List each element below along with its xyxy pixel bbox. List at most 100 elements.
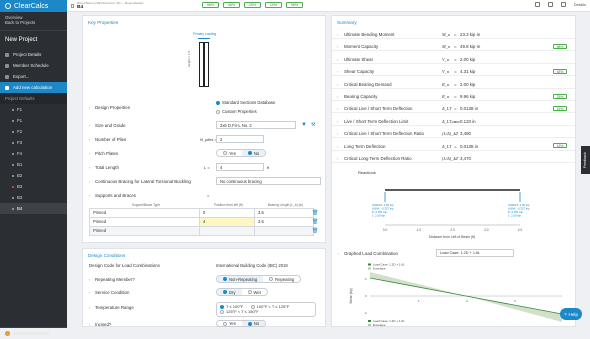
chevron-right-icon[interactable]: › [89, 322, 90, 327]
design-option-standard[interactable]: Standard Sections Database [216, 100, 275, 105]
support-type-select[interactable]: Pinned [89, 216, 200, 227]
pitch-toggle[interactable]: Yes No [216, 149, 267, 157]
toggle-yes[interactable]: Yes [217, 150, 242, 156]
sidebar-item-member-schedule[interactable]: Member Schedule [0, 60, 67, 71]
summary-label: Bearing Capacity [344, 94, 378, 99]
chevron-right-icon[interactable]: › [89, 193, 90, 198]
chevron-right-icon[interactable]: › [337, 69, 338, 74]
utilization-badge: 15% [553, 143, 567, 149]
option-label: Custom Properties [222, 109, 257, 114]
feedback-tab[interactable]: Feedback [581, 146, 590, 174]
utilization-badge[interactable]: 15% [265, 2, 282, 8]
member-item[interactable]: B3 [0, 181, 67, 192]
incised-toggle[interactable]: Yes No [216, 320, 267, 327]
list-icon [5, 63, 9, 68]
chevron-right-icon[interactable]: › [89, 123, 90, 128]
help-button[interactable]: ? Help [560, 308, 582, 320]
chevron-right-icon[interactable]: › [89, 137, 90, 142]
toggle-repeating[interactable]: Repeating [263, 276, 300, 282]
size-grade-select[interactable]: 2x6 D.Fir-L No. 2 [216, 121, 296, 129]
summary-row: › Critical Live / Short Term Deflection R… [332, 129, 575, 139]
member-item[interactable]: B3 [0, 192, 67, 203]
sidebar-item-label: Member Schedule [13, 63, 49, 68]
delete-icon[interactable]: 🗑 [312, 210, 318, 216]
delete-icon[interactable]: 🗑 [312, 219, 318, 225]
chevron-right-icon[interactable]: › [337, 44, 338, 49]
length-input[interactable]: 4 [216, 163, 264, 171]
plies-input[interactable]: 2 [216, 135, 264, 143]
chevron-right-icon[interactable]: › [89, 165, 90, 170]
support-type-select[interactable]: Pinned [89, 225, 200, 236]
utilization-badge[interactable]: 98% [202, 2, 219, 8]
chevron-right-icon[interactable]: › [337, 82, 338, 87]
member-item[interactable]: B2 [0, 170, 67, 181]
design-option-custom[interactable]: Custom Properties [216, 109, 257, 114]
chevron-right-icon[interactable]: › [337, 57, 338, 62]
chevron-right-icon[interactable]: › [337, 131, 338, 136]
toggle-wet[interactable]: Wet [242, 289, 267, 295]
user-menu[interactable]: Efficient Engineer [0, 327, 67, 339]
share-icon[interactable] [547, 2, 553, 7]
toggle-dry[interactable]: Dry [217, 289, 242, 295]
bearing-input[interactable]: 3.5 [254, 216, 314, 227]
chevron-right-icon[interactable]: › [338, 251, 339, 256]
summary-symbol: Δ_LT [442, 143, 452, 149]
project-defaults-section[interactable]: Project Defaults [0, 93, 67, 104]
chevron-right-icon[interactable]: › [337, 144, 338, 149]
calc-name[interactable]: B4 [77, 5, 144, 10]
chevron-right-icon[interactable]: › [89, 105, 90, 110]
temperature-select[interactable]: T ≤ 100°F 100°F < T ≤ 125°F 125°F < T ≤ … [216, 302, 316, 317]
chevron-right-icon[interactable]: › [337, 94, 338, 99]
chevron-right-icon[interactable]: › [337, 106, 338, 111]
service-toggle[interactable]: Dry Wet [216, 288, 268, 296]
settings-icon[interactable] [560, 2, 566, 7]
sidebar-item-export[interactable]: Export... [0, 71, 67, 82]
delete-icon[interactable]: 🗑 [312, 228, 318, 234]
toggle-yes[interactable]: Yes [217, 321, 242, 326]
toggle-no[interactable]: No [241, 150, 266, 156]
bearing-input[interactable] [254, 225, 314, 236]
member-item[interactable]: F3 [0, 137, 67, 148]
sidebar-item-project-details[interactable]: Project Details [0, 49, 67, 60]
toggle-non-repeating[interactable]: Non-Repeating [217, 276, 264, 282]
load-combo-select[interactable]: Load Case: 1.2D + 1.6L [436, 249, 514, 257]
utilization-badge[interactable]: 25% [244, 2, 261, 8]
chevron-right-icon[interactable]: › [89, 151, 90, 156]
member-item[interactable]: F1 [0, 115, 67, 126]
print-icon[interactable] [534, 2, 540, 7]
logo[interactable]: ClearCalcs [0, 0, 67, 12]
utilization-badge[interactable]: 48% [223, 2, 240, 8]
member-item-selected[interactable]: B4 [0, 203, 67, 214]
position-input[interactable] [199, 225, 255, 236]
position-input[interactable]: 4 [199, 216, 255, 227]
member-item[interactable]: F4 [0, 148, 67, 159]
details-button[interactable]: Details [574, 2, 586, 7]
summary-value: 0.0138 in [460, 106, 479, 112]
temp-option-3[interactable]: 125°F < T ≤ 150°F [220, 309, 259, 314]
member-item[interactable]: F2 [0, 126, 67, 137]
sidebar-item-add-calculation[interactable]: Add new calculation [0, 82, 67, 93]
position-input[interactable]: 0 [199, 207, 255, 218]
chevron-right-icon[interactable]: › [89, 305, 90, 310]
chevron-right-icon[interactable]: › [89, 179, 90, 184]
member-item[interactable]: B1 [0, 159, 67, 170]
bracing-select[interactable]: No continuous bracing [216, 177, 321, 185]
bearing-input[interactable]: 3.5 [254, 207, 314, 218]
toggle-no[interactable]: No [241, 321, 266, 326]
chevron-right-icon[interactable]: › [337, 119, 338, 124]
summary-symbol: M_u [442, 32, 451, 37]
summary-label: Ultimate Shear [344, 56, 374, 62]
utilization-badge[interactable]: 98% [286, 2, 303, 8]
chevron-right-icon[interactable]: › [337, 32, 338, 37]
chevron-right-icon[interactable]: › [337, 156, 338, 161]
filter-icon[interactable]: ▼ [301, 122, 307, 128]
length-row: › Total Length L = 4 ft [83, 162, 325, 174]
chevron-right-icon[interactable]: › [89, 277, 90, 282]
wrench-icon[interactable]: ⚒ [311, 122, 315, 128]
member-label: F3 [17, 140, 23, 145]
support-type-select[interactable]: Pinned [89, 207, 200, 218]
repeating-toggle[interactable]: Non-Repeating Repeating [216, 275, 302, 283]
back-to-projects[interactable]: Overview Back to Projects [0, 12, 67, 28]
member-item[interactable]: F1 [0, 104, 67, 115]
chevron-right-icon[interactable]: › [89, 290, 90, 295]
